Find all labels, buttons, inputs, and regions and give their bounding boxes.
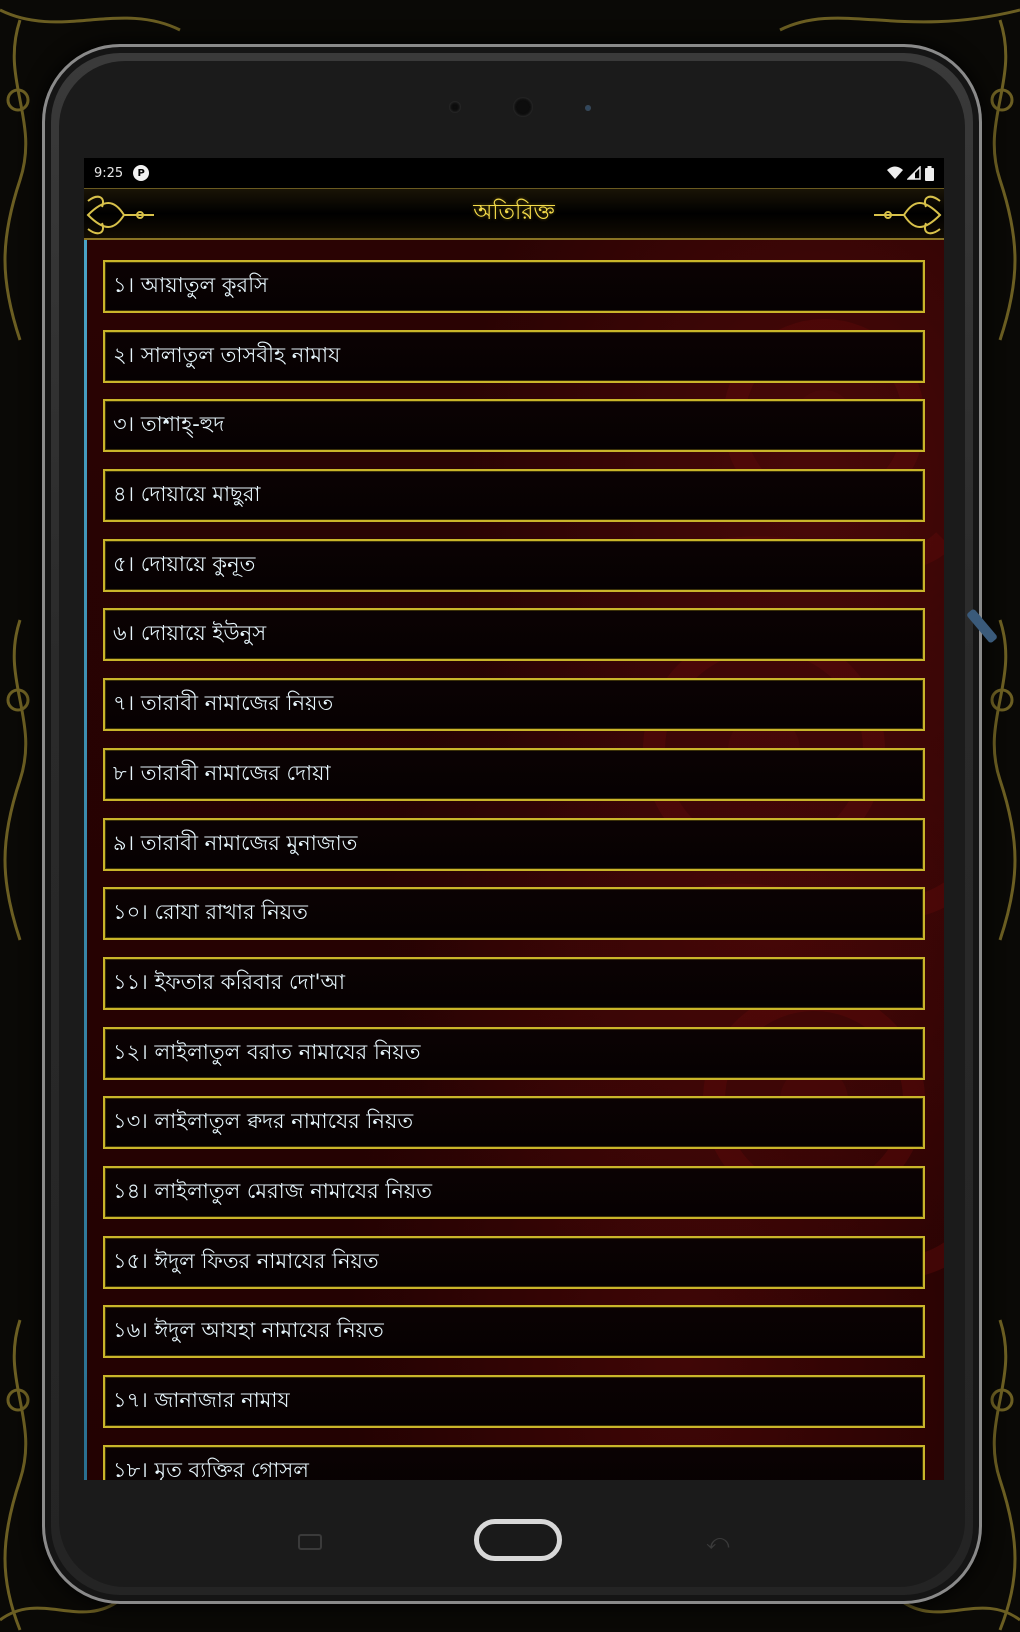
- list-item[interactable]: ১৫। ঈদুল ফিতর নামাযের নিয়ত: [103, 1235, 925, 1289]
- list-item-label: ১২। লাইলাতুল বরাত নামাযের নিয়ত: [113, 1039, 421, 1064]
- list-item-label: ১। আয়াতুল কুরসি: [113, 273, 268, 297]
- list-item[interactable]: ১১। ইফতার করিবার দো'আ: [103, 956, 925, 1010]
- app-bar: অতিরিক্ত: [84, 188, 944, 240]
- signal-icon: [907, 166, 921, 180]
- light-sensor-icon: [585, 105, 591, 111]
- list-item[interactable]: ৯। তারাবী নামাজের মুনাজাত: [103, 817, 925, 871]
- list-item[interactable]: ১৬। ঈদুল আযহা নামাযের নিয়ত: [103, 1305, 925, 1359]
- ornament-left-border: [3, 19, 30, 1631]
- ornament-title-right-icon: [874, 195, 942, 235]
- list-item-label: ৫। দোয়ায়ে কুনূত: [113, 551, 256, 576]
- list-item-label: ১৭। জানাজার নামায: [113, 1388, 290, 1412]
- list-item-label: ৩। তাশাহ্-হুদ: [113, 412, 225, 437]
- list-item-label: ৮। তারাবী নামাজের দোয়া: [113, 760, 331, 785]
- list-item-label: ১০। রোযা রাখার নিয়ত: [113, 900, 308, 925]
- list-item-label: ১৩। লাইলাতুল ক্বদর নামাযের নিয়ত: [113, 1109, 414, 1134]
- list-item[interactable]: ১৩। লাইলাতুল ক্বদর নামাযের নিয়ত: [103, 1096, 925, 1150]
- back-icon[interactable]: ⤺: [706, 1530, 730, 1555]
- list-item[interactable]: ৬। দোয়ায়ে ইউনুস: [103, 608, 925, 662]
- list-item[interactable]: ৫। দোয়ায়ে কুনূত: [103, 538, 925, 592]
- hardware-nav-bar: ⤺: [0, 1472, 1020, 1592]
- device-backdrop: 9:25 P অতিরিক্ত ১। আয়াতুল কুরসি ২। সালা…: [0, 0, 1020, 1632]
- list-item-label: ৭। তারাবী নামাজের নিয়ত: [113, 691, 334, 716]
- front-camera-icon: [513, 97, 533, 117]
- page-title: অতিরিক্ত: [473, 200, 555, 225]
- list-item-label: ৯। তারাবী নামাজের মুনাজাত: [113, 830, 358, 855]
- device-screen: 9:25 P অতিরিক্ত ১। আয়াতুল কুরসি ২। সালা…: [84, 158, 944, 1480]
- list-item[interactable]: ৩। তাশাহ্-হুদ: [103, 399, 925, 453]
- ornament-title-left-icon: [86, 195, 154, 235]
- list-item-label: ২। সালাতুল তাসবীহ নামায: [113, 342, 341, 367]
- list-item-label: ১৫। ঈদুল ফিতর নামাযের নিয়ত: [113, 1248, 379, 1273]
- recent-apps-icon[interactable]: [298, 1534, 322, 1550]
- list-container[interactable]: ১। আয়াতুল কুরসি ২। সালাতুল তাসবীহ নামায…: [84, 240, 944, 1480]
- home-button[interactable]: [474, 1519, 562, 1561]
- list-item[interactable]: ১৪। লাইলাতুল মেরাজ নামাযের নিয়ত: [103, 1165, 925, 1219]
- list-item[interactable]: ১৭। জানাজার নামায: [103, 1375, 925, 1428]
- list-item-label: ১৬। ঈদুল আযহা নামাযের নিয়ত: [113, 1318, 384, 1343]
- menu-list: ১। আয়াতুল কুরসি ২। সালাতুল তাসবীহ নামায…: [103, 260, 925, 1480]
- stylus-clip: [965, 608, 999, 644]
- list-item[interactable]: ৪। দোয়ায়ে মাছুরা: [103, 469, 925, 523]
- status-time: 9:25: [94, 165, 124, 181]
- list-item-label: ১১। ইফতার করিবার দো'আ: [113, 969, 345, 994]
- list-item[interactable]: ১২। লাইলাতুল বরাত নামাযের নিয়ত: [103, 1026, 925, 1080]
- list-item[interactable]: ১০। রোযা রাখার নিয়ত: [103, 887, 925, 941]
- list-item[interactable]: ৮। তারাবী নামাজের দোয়া: [103, 747, 925, 801]
- ornament-top-corners: [0, 8, 1020, 32]
- wifi-icon: [887, 166, 903, 179]
- list-item[interactable]: ১। আয়াতুল কুরসি: [103, 260, 925, 313]
- front-sensor-icon: [449, 101, 461, 113]
- status-bar: 9:25 P: [84, 158, 944, 188]
- list-item[interactable]: ২। সালাতুল তাসবীহ নামায: [103, 329, 925, 383]
- list-item-label: ১৪। লাইলাতুল মেরাজ নামাযের নিয়ত: [113, 1178, 433, 1203]
- list-item-label: ৪। দোয়ায়ে মাছুরা: [113, 482, 261, 507]
- list-item[interactable]: ৭। তারাবী নামাজের নিয়ত: [103, 678, 925, 732]
- circle-p-icon: P: [133, 165, 150, 181]
- list-item-label: ৬। দোয়ায়ে ইউনুস: [113, 621, 267, 646]
- battery-icon: [925, 165, 934, 181]
